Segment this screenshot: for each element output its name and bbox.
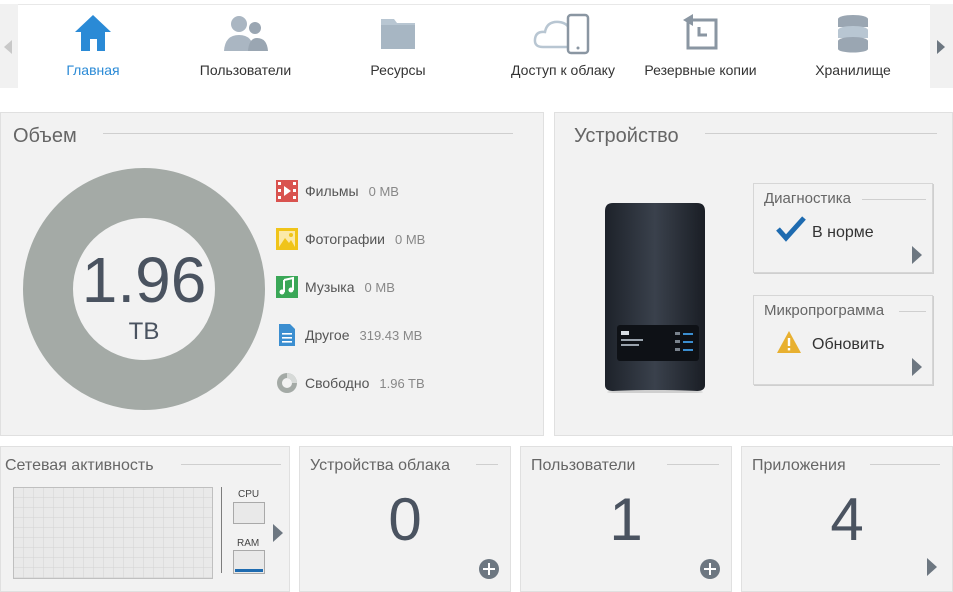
nav-scroll-left-button[interactable]: [0, 4, 18, 88]
nav-item-backups[interactable]: Резервные копии: [638, 5, 763, 89]
panel-title: Устройство: [574, 125, 679, 147]
chevron-right-icon[interactable]: [912, 358, 922, 376]
film-icon: [275, 179, 299, 203]
nav-item-home[interactable]: Главная: [48, 5, 138, 89]
top-navigation: Главная Пользователи Ресурсы Доступ к об…: [0, 0, 953, 92]
chevron-left-icon: [4, 40, 12, 54]
network-activity-graph: [13, 487, 213, 579]
nav-item-storage[interactable]: Хранилище: [803, 5, 903, 89]
legend-value: 319.43 MB: [359, 327, 423, 343]
users-count: 1: [609, 486, 643, 553]
cloud-devices-panel: Устройства облака 0: [299, 446, 511, 592]
firmware-card[interactable]: Микропрограмма Обновить: [753, 295, 933, 385]
card-title: Диагностика: [764, 190, 851, 207]
users-icon: [222, 13, 270, 58]
nav-item-users[interactable]: Пользователи: [188, 5, 303, 89]
firmware-status: Обновить: [812, 336, 885, 353]
nav-item-cloud-access[interactable]: Доступ к облаку: [488, 5, 638, 89]
nav-item-label: Хранилище: [815, 62, 891, 78]
music-icon: [275, 275, 299, 299]
nav-separator: [0, 92, 953, 110]
chevron-right-icon[interactable]: [273, 524, 283, 542]
chevron-right-icon: [937, 40, 945, 54]
document-icon: [275, 323, 299, 347]
warning-icon: [777, 331, 801, 353]
legend-item-other: Другое 319.43 MB: [275, 322, 422, 348]
panel-title: Сетевая активность: [5, 457, 154, 474]
device-panel: Устройство Диагностика В норме Микропрог…: [554, 112, 953, 436]
legend-item-free: Свободно 1.96 TB: [275, 370, 425, 396]
ram-meter: [233, 550, 265, 574]
legend-item-music: Музыка 0 MB: [275, 274, 395, 300]
nav-item-label: Доступ к облаку: [511, 62, 615, 78]
add-user-icon[interactable]: [700, 559, 720, 579]
title-rule: [103, 133, 513, 134]
legend-value: 0 MB: [364, 279, 395, 295]
nav-item-shares[interactable]: Ресурсы: [348, 5, 448, 89]
home-icon: [73, 13, 113, 58]
ram-meter-fill: [235, 569, 263, 572]
panel-title: Объем: [13, 125, 77, 147]
nav-item-label: Пользователи: [199, 62, 292, 78]
nav-item-label: Ресурсы: [370, 62, 426, 78]
cpu-label: CPU: [238, 489, 260, 500]
backup-icon: [681, 13, 721, 58]
cloud-devices-count: 0: [388, 486, 422, 553]
legend-label: Музыка: [305, 279, 355, 295]
legend-item-movies: Фильмы 0 MB: [275, 178, 399, 204]
legend-label: Другое: [305, 327, 350, 343]
legend-label: Фотографии: [305, 231, 386, 247]
title-rule: [476, 464, 498, 465]
apps-count: 4: [830, 486, 864, 553]
folder-icon: [378, 13, 418, 58]
photo-icon: [275, 227, 299, 251]
add-cloud-device-icon[interactable]: [479, 559, 499, 579]
title-rule: [667, 464, 719, 465]
panel-title: Приложения: [752, 457, 846, 474]
graph-divider: [221, 487, 222, 573]
cpu-meter: [233, 502, 265, 524]
nas-device-image: [605, 203, 705, 393]
nav-scroll-right-button[interactable]: [930, 4, 953, 88]
apps-panel: Приложения 4: [741, 446, 953, 592]
network-activity-panel: Сетевая активность CPU RAM: [0, 446, 290, 592]
title-rule: [181, 464, 281, 465]
nav-item-label: Резервные копии: [644, 62, 757, 78]
card-title-rule: [862, 199, 926, 200]
legend-label: Фильмы: [305, 183, 359, 199]
storage-icon: [833, 13, 873, 58]
capacity-total-unit: TB: [128, 318, 160, 345]
ram-label: RAM: [237, 538, 260, 549]
panel-title: Пользователи: [531, 457, 636, 474]
card-title-rule: [899, 311, 926, 312]
capacity-total-value: 1.96: [81, 244, 207, 316]
diagnostics-card[interactable]: Диагностика В норме: [753, 183, 933, 273]
chevron-right-icon[interactable]: [912, 246, 922, 264]
free-space-icon: [275, 371, 299, 395]
cloud-access-icon: [533, 13, 593, 60]
chevron-right-icon[interactable]: [927, 558, 937, 576]
legend-value: 0 MB: [368, 183, 399, 199]
legend-value: 0 MB: [395, 231, 426, 247]
legend-value: 1.96 TB: [379, 375, 425, 391]
nav-item-label: Главная: [66, 62, 120, 78]
diagnostics-status: В норме: [812, 224, 874, 241]
legend-label: Свободно: [305, 375, 370, 391]
title-rule: [870, 464, 940, 465]
capacity-panel: Объем 1.96 TB Фильмы 0 MB Фотографии 0 M…: [0, 112, 544, 436]
title-rule: [705, 133, 937, 134]
checkmark-icon: [776, 216, 806, 242]
users-panel: Пользователи 1: [520, 446, 732, 592]
nav-items: Главная Пользователи Ресурсы Доступ к об…: [18, 4, 930, 88]
panel-title: Устройства облака: [310, 457, 450, 474]
legend-item-photos: Фотографии 0 MB: [275, 226, 425, 252]
card-title: Микропрограмма: [764, 302, 885, 319]
